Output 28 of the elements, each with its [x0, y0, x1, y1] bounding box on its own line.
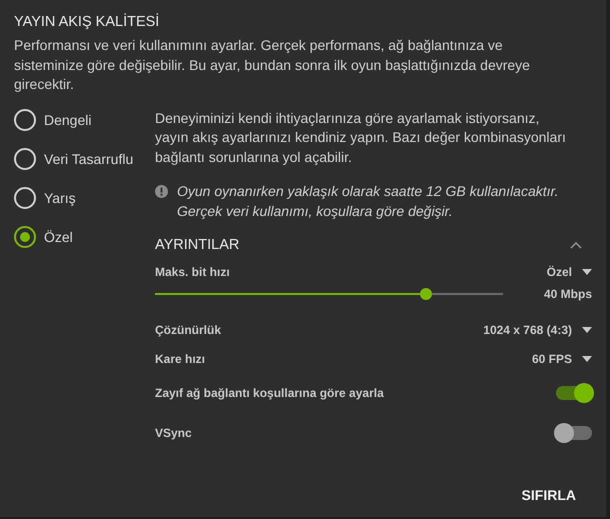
setting-dropdown[interactable]: 1024 x 768 (4:3) [483, 322, 592, 336]
preset-radio[interactable]: Yarış [14, 186, 155, 208]
caret-down-icon [582, 269, 592, 275]
caret-down-icon [582, 356, 592, 362]
info-icon [155, 185, 168, 198]
setting-label: Çözünürlük [155, 322, 221, 336]
caret-down-icon [582, 326, 592, 332]
toggle-switch[interactable] [556, 426, 592, 440]
setting-label: VSync [155, 426, 192, 440]
setting-dropdown[interactable]: 60 FPS [532, 352, 592, 366]
panel-description: Performansı ve veri kullanımını ayarlar. Gerçek performans, ağ bağlantınıza ve sisteminize göre değişebilir. Bu ayar, bundan sonra ilk oyun başlattığınızda devreye girecektir. [14, 36, 531, 94]
panel-title: YAYIN AKIŞ KALİTESİ [14, 14, 160, 30]
preset-radio[interactable]: Özel [14, 226, 155, 248]
setting-label: Kare hızı [155, 352, 206, 366]
slider-thumb[interactable] [420, 288, 432, 300]
setting-label: Zayıf ağ bağlantı koşullarına göre ayarla [155, 386, 384, 400]
preset-dropdown[interactable]: Özel [546, 265, 592, 279]
data-usage-notice: Oyun oynanırken yaklaşık olarak saatte 12 GB kullanılacaktır. Gerçek veri kullanımı, koşullara göre değişir. [177, 182, 560, 221]
bitrate-slider[interactable] [155, 288, 503, 300]
section-title: AYRINTILAR [155, 237, 240, 253]
toggle-switch[interactable] [556, 386, 592, 400]
reset-button[interactable]: SIFIRLA [522, 483, 576, 507]
setting-label: Maks. bit hızı [155, 265, 230, 279]
chevron-up-icon[interactable] [570, 242, 582, 248]
preset-radio[interactable]: Dengeli [14, 108, 155, 130]
preset-description: Deneyiminizi kendi ihtiyaçlarınıza göre ayarlamak istiyorsanız, yayın akış ayarlarınızı kendiniz yapın. Bazı değer kombinasyonları bağlantı sorunlarına yol açabilir. [155, 108, 567, 167]
preset-radio[interactable]: Veri Tasarruflu [14, 148, 155, 170]
bitrate-reading: 40 Mbps [544, 287, 592, 301]
